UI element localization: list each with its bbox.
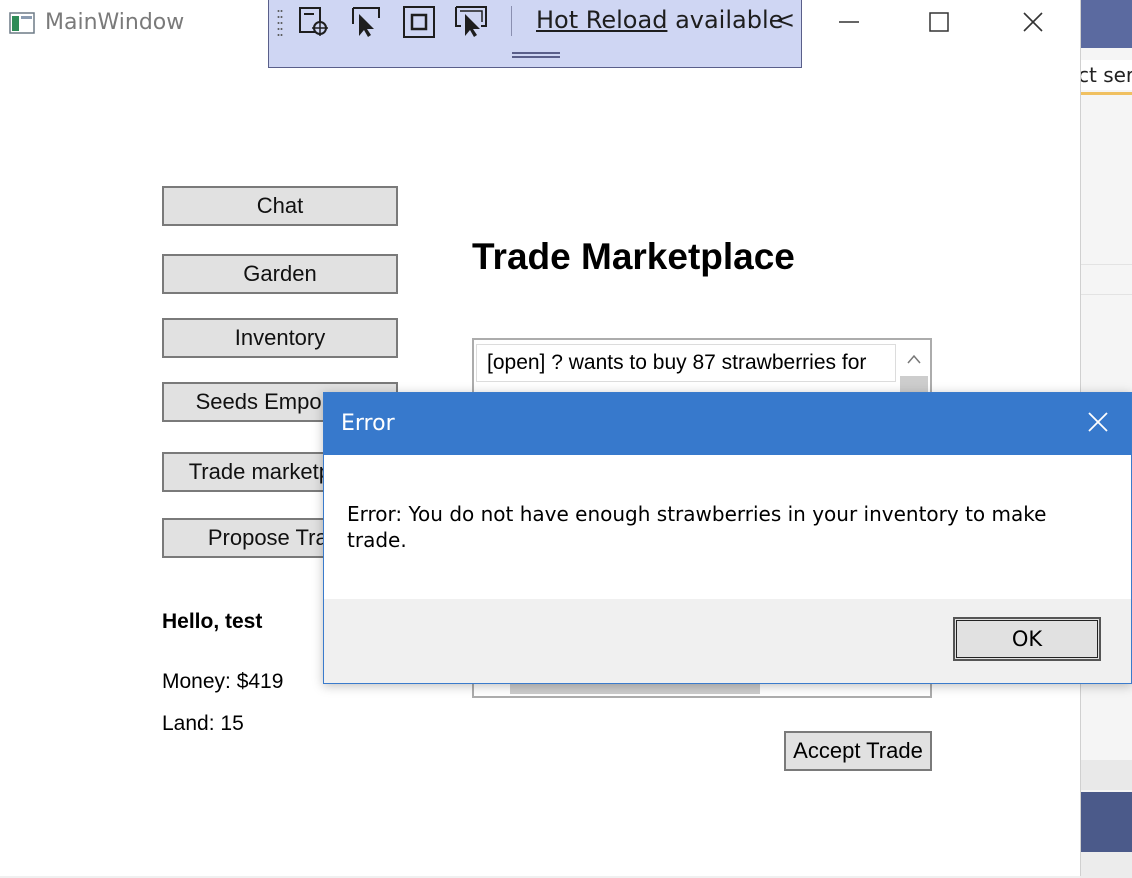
- money-label: Money: $419: [162, 670, 284, 693]
- land-label: Land: 15: [162, 712, 244, 735]
- list-item[interactable]: [open] ? wants to buy 87 strawberries fo…: [476, 344, 896, 382]
- layout-adorner-icon[interactable]: [401, 4, 437, 40]
- pointer-select-icon[interactable]: [349, 4, 385, 40]
- hot-reload-link[interactable]: Hot Reload: [536, 6, 667, 34]
- dialog-title-bar: Error: [324, 393, 1131, 455]
- dialog-close-button[interactable]: [1065, 393, 1131, 455]
- ide-divider: [1080, 264, 1132, 265]
- hot-reload-status[interactable]: Hot Reload available: [536, 6, 783, 34]
- ide-status-band: [1080, 792, 1132, 852]
- dialog-title: Error: [341, 411, 395, 436]
- select-element-icon[interactable]: [296, 4, 332, 40]
- ide-accent-line: [1080, 92, 1132, 95]
- maximize-button[interactable]: [916, 6, 962, 42]
- track-focus-icon[interactable]: [453, 4, 489, 40]
- maximize-icon: [928, 11, 950, 37]
- window-title: MainWindow: [45, 10, 185, 35]
- scroll-up-icon[interactable]: [900, 344, 928, 374]
- hot-reload-toolbar: Hot Reload available <: [268, 0, 802, 68]
- minimize-button[interactable]: [826, 6, 872, 42]
- inventory-button[interactable]: Inventory: [162, 318, 398, 358]
- minimize-icon: [838, 11, 860, 37]
- ok-button[interactable]: OK: [953, 617, 1101, 661]
- app-icon: [9, 12, 35, 34]
- greeting: Hello, test: [162, 610, 263, 633]
- ide-bottom: [1080, 852, 1132, 878]
- ide-partial-text: ct ser: [1080, 60, 1132, 90]
- toolbar-separator: [511, 6, 512, 36]
- page-title: Trade Marketplace: [472, 236, 795, 277]
- accept-trade-button[interactable]: Accept Trade: [784, 731, 932, 771]
- error-message: Error: You do not have enough strawberri…: [347, 502, 1047, 552]
- ide-title-band: [1080, 0, 1132, 48]
- garden-button[interactable]: Garden: [162, 254, 398, 294]
- ide-panel: [1080, 760, 1132, 790]
- close-icon: [1087, 411, 1109, 437]
- grip-icon[interactable]: [277, 8, 283, 38]
- ide-divider: [1080, 294, 1132, 295]
- error-dialog: Error Error: You do not have enough stra…: [323, 392, 1132, 684]
- chat-button[interactable]: Chat: [162, 186, 398, 226]
- dialog-footer: OK: [324, 599, 1131, 683]
- hot-reload-suffix: available: [667, 6, 784, 34]
- collapse-toolbar-button[interactable]: <: [775, 6, 795, 34]
- close-icon: [1022, 11, 1044, 37]
- close-button[interactable]: [1010, 6, 1056, 42]
- toolbar-handle[interactable]: [512, 52, 560, 58]
